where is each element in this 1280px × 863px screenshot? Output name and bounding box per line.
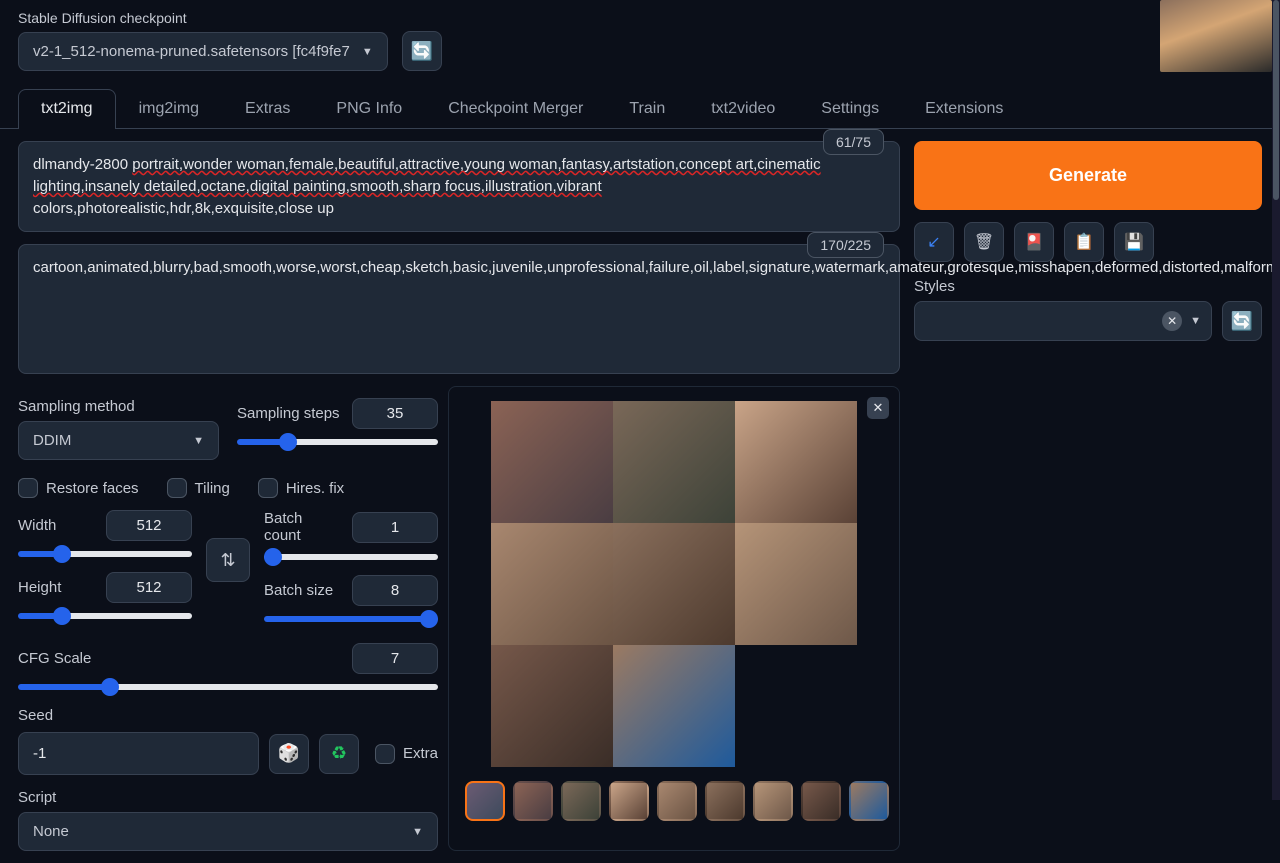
prompt-input[interactable]: dlmandy-2800 portrait,wonder woman,femal… [18,141,900,232]
output-image-empty [735,645,857,767]
refresh-icon: 🔄 [1231,311,1253,332]
batch-size-label: Batch size [264,582,333,599]
checkpoint-select[interactable]: v2-1_512-nonema-pruned.safetensors [fc4f… [18,32,388,71]
thumbnail[interactable] [609,781,649,821]
chevron-down-icon: ▼ [193,435,204,447]
output-image[interactable] [735,401,857,523]
negative-token-count: 170/225 [807,232,884,258]
sampling-method-select[interactable]: DDIM ▼ [18,421,219,460]
output-image[interactable] [491,523,613,645]
thumbnail[interactable] [657,781,697,821]
height-input[interactable] [106,572,192,603]
output-image[interactable] [613,401,735,523]
checkpoint-label: Stable Diffusion checkpoint [18,10,388,26]
refresh-checkpoint-button[interactable]: 🔄 [402,31,442,71]
tab-txt2video[interactable]: txt2video [688,89,798,128]
checkbox-icon [167,478,187,498]
generate-button[interactable]: Generate [914,141,1262,210]
thumbnail[interactable] [465,781,505,821]
sampling-steps-label: Sampling steps [237,405,340,422]
batch-count-slider[interactable] [264,554,438,560]
swap-icon: ⇅ [220,550,235,571]
width-slider[interactable] [18,551,192,557]
output-image[interactable] [491,401,613,523]
batch-size-slider[interactable] [264,616,438,622]
action-card-button[interactable]: 🎴 [1014,222,1054,262]
batch-count-label: Batch count [264,510,340,544]
script-label: Script [18,789,438,806]
scrollbar-thumb[interactable] [1273,0,1279,200]
seed-extra-check[interactable]: Extra [375,744,438,764]
tab-extras[interactable]: Extras [222,89,313,128]
thumbnail-row [459,781,889,821]
tab-extensions[interactable]: Extensions [902,89,1026,128]
action-arrow-button[interactable]: ↙ [914,222,954,262]
negative-prompt-input[interactable]: cartoon,animated,blurry,bad,smooth,worse… [18,244,900,374]
prompt-token-count: 61/75 [823,129,884,155]
scrollbar[interactable] [1272,0,1280,800]
output-image[interactable] [613,645,735,767]
checkpoint-value: v2-1_512-nonema-pruned.safetensors [fc4f… [33,43,350,60]
chevron-down-icon: ▼ [412,826,423,838]
batch-size-input[interactable] [352,575,438,606]
tab-txt2img[interactable]: txt2img [18,89,116,128]
width-label: Width [18,517,56,534]
sampling-method-label: Sampling method [18,398,219,415]
cfg-input[interactable] [352,643,438,674]
height-slider[interactable] [18,613,192,619]
clear-styles-icon[interactable]: ✕ [1162,311,1182,331]
tab-train[interactable]: Train [606,89,688,128]
action-trash-button[interactable]: 🗑 [964,222,1004,262]
restore-faces-check[interactable]: Restore faces [18,478,139,498]
dice-icon: 🎲 [278,743,300,764]
webcam-overlay [1160,0,1272,72]
checkbox-icon [375,744,395,764]
refresh-styles-button[interactable]: 🔄 [1222,301,1262,341]
cfg-slider[interactable] [18,684,438,690]
recycle-icon: ♻ [331,743,347,764]
recycle-seed-button[interactable]: ♻ [319,734,359,774]
random-seed-button[interactable]: 🎲 [269,734,309,774]
action-save-button[interactable]: 💾 [1114,222,1154,262]
output-grid[interactable] [459,401,889,767]
output-panel: ✕ [448,386,900,851]
close-output-button[interactable]: ✕ [867,397,889,419]
output-image[interactable] [613,523,735,645]
batch-count-input[interactable] [352,512,438,543]
styles-select[interactable]: ✕ ▼ [914,301,1212,341]
seed-input[interactable] [18,732,259,775]
tab-pnginfo[interactable]: PNG Info [313,89,425,128]
chevron-down-icon: ▼ [362,46,373,58]
thumbnail[interactable] [513,781,553,821]
width-input[interactable] [106,510,192,541]
thumbnail[interactable] [705,781,745,821]
output-image[interactable] [735,523,857,645]
thumbnail[interactable] [561,781,601,821]
tab-checkpoint-merger[interactable]: Checkpoint Merger [425,89,606,128]
checkbox-icon [258,478,278,498]
output-image[interactable] [491,645,613,767]
sampling-steps-input[interactable] [352,398,438,429]
refresh-icon: 🔄 [411,41,433,62]
action-clipboard-button[interactable]: 📋 [1064,222,1104,262]
tiling-check[interactable]: Tiling [167,478,230,498]
seed-label: Seed [18,707,438,724]
hires-fix-check[interactable]: Hires. fix [258,478,344,498]
sampling-steps-slider[interactable] [237,439,438,445]
styles-label: Styles [914,278,1262,295]
script-select[interactable]: None ▼ [18,812,438,851]
thumbnail[interactable] [801,781,841,821]
checkbox-icon [18,478,38,498]
tab-settings[interactable]: Settings [798,89,902,128]
swap-dimensions-button[interactable]: ⇅ [206,538,250,582]
thumbnail[interactable] [849,781,889,821]
cfg-label: CFG Scale [18,650,91,667]
main-tabs: txt2img img2img Extras PNG Info Checkpoi… [0,71,1280,129]
thumbnail[interactable] [753,781,793,821]
tab-img2img[interactable]: img2img [116,89,222,128]
height-label: Height [18,579,61,596]
close-icon: ✕ [873,400,884,416]
chevron-down-icon: ▼ [1190,315,1201,327]
